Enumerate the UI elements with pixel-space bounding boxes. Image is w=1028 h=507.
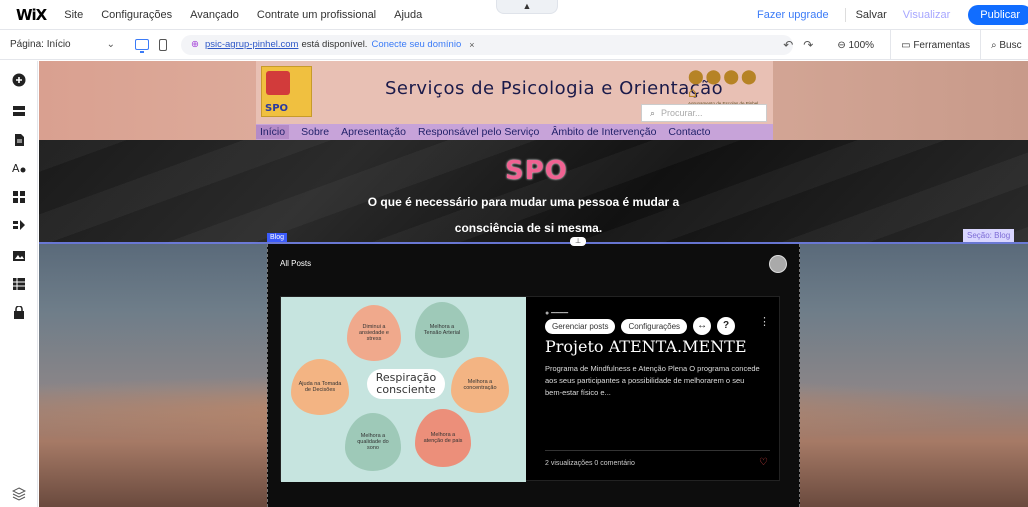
petal-decisions: Ajuda na Tomada de Decisões <box>291 359 349 415</box>
blog-post-card[interactable]: Diminui a ansiedade e stress Melhora a T… <box>280 296 780 482</box>
search-button[interactable]: ⌕ Busc <box>980 30 1028 60</box>
device-switcher <box>135 38 167 53</box>
preview-button[interactable]: Visualizar <box>903 9 951 21</box>
nav-item-about[interactable]: Sobre <box>301 126 329 138</box>
design-icon[interactable]: A <box>12 161 26 175</box>
zoom-control[interactable]: ⊖ 100% <box>837 40 874 51</box>
post-title[interactable]: Projeto ATENTA.MENTE <box>545 337 747 356</box>
search-label: Busc <box>999 39 1022 51</box>
help-icon[interactable]: ? <box>717 317 736 335</box>
divider <box>844 8 846 22</box>
post-text-area: ● ━━━━ Gerenciar posts Configurações ↔ ?… <box>545 297 770 482</box>
chevron-down-icon: ⌄ <box>106 39 115 50</box>
hero-quote-line-1: O que é necessário para mudar uma pessoa… <box>367 195 680 209</box>
manage-posts-button[interactable]: Gerenciar posts <box>545 318 616 334</box>
mobile-icon[interactable] <box>159 38 167 51</box>
editor-topbar: WiX Site Configurações Avançado Contrate… <box>0 0 1028 30</box>
pages-icon[interactable] <box>12 133 26 147</box>
zoom-icon: ⊖ <box>837 39 849 51</box>
author-info: ● ━━━━ <box>545 310 569 317</box>
apps-icon[interactable] <box>12 190 26 204</box>
like-icon[interactable]: ♡ <box>759 457 768 468</box>
svg-text:A: A <box>12 162 20 175</box>
domain-bar: ⊕ psic-agrup-pinhel.com está disponível.… <box>181 34 793 55</box>
search-icon: ⌕ <box>991 39 1000 51</box>
nav-item-responsible[interactable]: Responsável pelo Serviço <box>418 126 539 138</box>
more-options-icon[interactable]: ⋮ <box>759 315 770 328</box>
upgrade-link[interactable]: Fazer upgrade <box>757 9 829 21</box>
menu-site[interactable]: Site <box>64 9 83 21</box>
domain-status: está disponível. <box>301 39 368 50</box>
close-icon[interactable]: × <box>469 40 474 50</box>
school-group-logo[interactable]: ⬤⬤⬤⬤ ⌂ Agrupamento de Escolas de Pinhel <box>688 69 773 106</box>
widget-action-bar: Gerenciar posts Configurações ↔ ? <box>545 317 736 335</box>
add-icon[interactable] <box>12 73 26 87</box>
people-icon: ⬤⬤⬤⬤ ⌂ <box>688 69 759 101</box>
drag-handle-icon[interactable]: ⊥ <box>570 237 586 246</box>
menu-settings[interactable]: Configurações <box>101 9 172 21</box>
menu-advanced[interactable]: Avançado <box>190 9 239 21</box>
nav-item-home[interactable]: Início <box>256 125 290 139</box>
desktop-icon[interactable] <box>135 39 149 53</box>
site-title[interactable]: Serviços de Psicologia e Orientação <box>385 78 723 99</box>
nav-item-presentation[interactable]: Apresentação <box>341 126 406 138</box>
post-cover-image[interactable]: Diminui a ansiedade e stress Melhora a T… <box>281 297 526 482</box>
topbar-actions: Fazer upgrade Salvar Visualizar Publicar <box>757 0 1028 30</box>
logo-mark-icon <box>266 71 290 95</box>
all-posts-label[interactable]: All Posts <box>280 259 311 268</box>
menu-hire-pro[interactable]: Contrate um profissional <box>257 9 376 21</box>
connect-domain-link[interactable]: Conecte seu domínio <box>371 39 461 50</box>
cms-icon[interactable] <box>12 277 26 291</box>
tools-label: Ferramentas <box>913 39 970 51</box>
page-selector[interactable]: Página: Início ⌄ <box>10 39 115 50</box>
petal-anxiety: Diminui a ansiedade e stress <box>347 305 401 361</box>
business-icon[interactable] <box>12 218 26 232</box>
hero-logo: SPO <box>505 156 568 186</box>
left-toolbar: A <box>0 61 38 507</box>
site-logo-text: SPO <box>265 103 289 114</box>
editor-canvas[interactable]: SPO Serviços de Psicologia e Orientação … <box>39 61 1028 507</box>
section-tag[interactable]: Seção: Blog <box>963 229 1015 242</box>
settings-button[interactable]: Configurações <box>621 318 688 334</box>
nav-item-contact[interactable]: Contacto <box>668 126 710 138</box>
post-image-center-text: Respiração consciente <box>367 369 445 399</box>
divider <box>545 450 770 451</box>
petal-sleep: Melhora a qualidade do sono <box>345 413 401 471</box>
petal-concentration: Melhora a concentração <box>451 357 509 413</box>
page-selector-label: Página: Início <box>10 39 71 50</box>
menu-help[interactable]: Ajuda <box>394 9 422 21</box>
site-nav: Início Sobre Apresentação Responsável pe… <box>256 124 773 140</box>
tools-icon: ▭ <box>901 39 914 51</box>
wix-logo[interactable]: WiX <box>16 6 47 24</box>
domain-link[interactable]: psic-agrup-pinhel.com <box>205 39 298 50</box>
hero-quote-line-2: consciência de si mesma. <box>454 221 603 235</box>
post-stats: 2 visualizações 0 comentário <box>545 460 635 467</box>
stretch-icon[interactable]: ↔ <box>693 317 712 335</box>
site-search-input[interactable]: ⌕ Procurar... <box>641 104 767 122</box>
blog-widget[interactable]: All Posts Diminui a ansiedade e stress M… <box>267 244 800 507</box>
hero-section[interactable]: SPO O que é necessário para mudar uma pe… <box>39 140 1028 244</box>
zoom-level: 100% <box>848 39 875 51</box>
save-button[interactable]: Salvar <box>856 9 887 21</box>
avatar[interactable] <box>769 255 787 273</box>
right-tools: ↶↷ ⊖ 100% ▭ Ferramentas ⌕ Busc <box>783 30 1028 60</box>
petal-parenting: Melhora a atenção de pais <box>415 409 471 467</box>
market-icon[interactable] <box>12 306 26 320</box>
site-search-placeholder: Procurar... <box>661 108 703 118</box>
globe-icon: ⊕ <box>191 39 199 50</box>
publish-button[interactable]: Publicar <box>968 5 1028 25</box>
petal-blood-pressure: Melhora a Tensão Arterial <box>415 302 469 358</box>
collapse-handle[interactable]: ▲ <box>496 0 558 14</box>
site-logo[interactable]: SPO <box>261 66 312 117</box>
tools-button[interactable]: ▭ Ferramentas <box>890 30 970 60</box>
post-excerpt: Programa de Mindfulness e Atenção Plena … <box>545 364 760 397</box>
search-icon: ⌕ <box>650 107 656 118</box>
layers-icon[interactable] <box>12 487 26 501</box>
media-icon[interactable] <box>12 249 26 263</box>
blog-element-tag[interactable]: Blog <box>267 233 288 242</box>
sections-icon[interactable] <box>12 104 26 118</box>
nav-item-scope[interactable]: Âmbito de Intervenção <box>551 126 656 138</box>
undo-redo-icon[interactable]: ↶↷ <box>783 38 823 52</box>
